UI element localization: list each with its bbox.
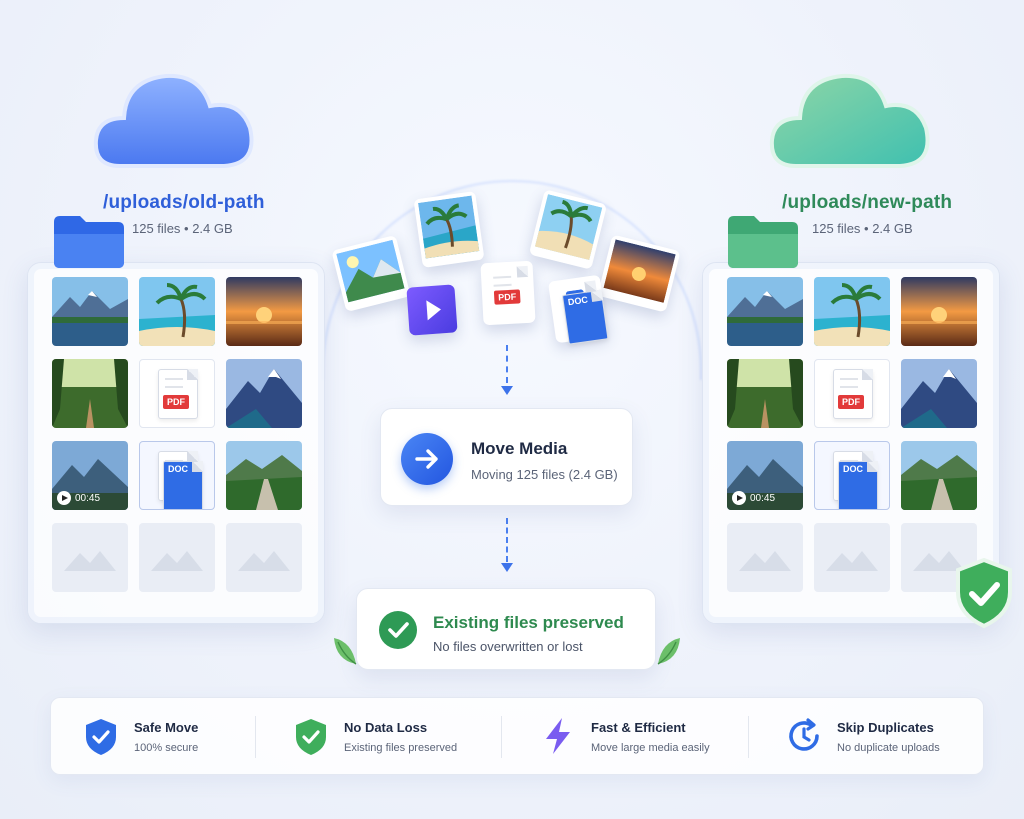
flying-pdf-file: PDF xyxy=(480,260,536,326)
feature-title: Skip Duplicates xyxy=(837,720,934,735)
destination-pdf-file[interactable]: PDF xyxy=(814,359,890,428)
destination-media-grid: PDF 00:45 DOC xyxy=(727,277,977,592)
source-folder-icon[interactable] xyxy=(50,212,128,268)
source-folder-panel: PDF 00:45 DOC xyxy=(27,262,325,624)
destination-mountain-video-thumbnail[interactable]: 00:45 xyxy=(727,441,803,510)
file-type-tag: PDF xyxy=(163,395,189,409)
destination-beach-palm-thumbnail[interactable] xyxy=(814,277,890,346)
feature-divider xyxy=(255,716,256,758)
source-placeholder-image-icon xyxy=(139,523,215,592)
source-snow-mountain-thumbnail[interactable] xyxy=(226,359,302,428)
source-placeholder-image-icon xyxy=(226,523,302,592)
verified-shield-icon xyxy=(956,557,1012,629)
lightning-icon xyxy=(546,718,570,754)
destination-placeholder-image-icon xyxy=(814,523,890,592)
video-duration: 00:45 xyxy=(75,492,101,504)
arrow-down-icon xyxy=(501,386,513,395)
file-type-tag: DOC xyxy=(163,461,203,509)
files-preserved-card: Existing files preserved No files overwr… xyxy=(356,588,656,670)
check-circle-icon xyxy=(379,611,417,649)
features-bar: Safe Move 100% secure No Data Loss Exist… xyxy=(50,697,984,775)
feature-divider xyxy=(748,716,749,758)
document-icon: PDF xyxy=(158,369,198,419)
flying-doc-tag: DOC xyxy=(561,289,609,345)
destination-folder-icon[interactable] xyxy=(724,212,802,268)
move-media-subtitle: Moving 125 files (2.4 GB) xyxy=(471,467,618,482)
document-icon: PDF xyxy=(833,369,873,419)
video-duration-badge: 00:45 xyxy=(732,491,775,505)
source-doc-file[interactable]: DOC xyxy=(139,441,215,510)
flying-image-beach xyxy=(413,191,485,268)
dashed-arrow-line-bottom xyxy=(506,518,508,562)
flying-video-icon xyxy=(406,284,458,336)
feature-divider xyxy=(501,716,502,758)
dashed-arrow-line-top xyxy=(506,345,508,383)
source-forest-path-thumbnail[interactable] xyxy=(52,359,128,428)
move-media-card[interactable]: Move Media Moving 125 files (2.4 GB) xyxy=(380,408,633,506)
source-path-title: /uploads/old-path xyxy=(103,192,265,213)
feature-subtitle: Existing files preserved xyxy=(344,742,458,754)
destination-path-title: /uploads/new-path xyxy=(782,192,953,213)
preserved-subtitle: No files overwritten or lost xyxy=(433,639,583,654)
destination-doc-file[interactable]: DOC xyxy=(814,441,890,510)
shield-check-green-icon xyxy=(296,719,326,755)
document-icon: DOC xyxy=(833,451,878,509)
feature-no-data-loss: No Data Loss Existing files preserved xyxy=(261,698,494,776)
arrow-down-icon-2 xyxy=(501,563,513,572)
destination-cloud-icon xyxy=(769,73,930,168)
feature-title: Safe Move xyxy=(134,720,199,735)
file-type-tag: PDF xyxy=(838,395,864,409)
source-beach-palm-thumbnail[interactable] xyxy=(139,277,215,346)
flying-pdf-tag: PDF xyxy=(493,289,521,305)
feature-skip-duplicates: Skip Duplicates No duplicate uploads xyxy=(754,698,987,776)
play-icon xyxy=(57,491,71,505)
video-duration: 00:45 xyxy=(750,492,776,504)
destination-placeholder-image-icon xyxy=(727,523,803,592)
file-type-tag: DOC xyxy=(838,461,878,509)
clock-arrow-icon xyxy=(789,718,819,751)
source-sunset-thumbnail[interactable] xyxy=(226,277,302,346)
feature-title: No Data Loss xyxy=(344,720,428,735)
preserved-title: Existing files preserved xyxy=(433,613,624,632)
video-duration-badge: 00:45 xyxy=(57,491,100,505)
source-mountain-lake-thumbnail[interactable] xyxy=(52,277,128,346)
destination-sunset-thumbnail[interactable] xyxy=(901,277,977,346)
arrow-right-icon[interactable] xyxy=(401,433,453,485)
destination-snow-mountain-thumbnail[interactable] xyxy=(901,359,977,428)
feature-fast-efficient: Fast & Efficient Move large media easily xyxy=(508,698,741,776)
feature-title: Fast & Efficient xyxy=(591,720,686,735)
leaf-right-icon xyxy=(657,638,680,665)
source-valley-road-thumbnail[interactable] xyxy=(226,441,302,510)
feature-subtitle: Move large media easily xyxy=(591,742,710,754)
flying-doc-file: DOC xyxy=(547,274,609,345)
source-path-meta: 125 files • 2.4 GB xyxy=(132,221,233,236)
source-cloud-icon xyxy=(93,73,254,168)
source-placeholder-image-icon xyxy=(52,523,128,592)
destination-mountain-lake-thumbnail[interactable] xyxy=(727,277,803,346)
move-media-title: Move Media xyxy=(471,439,568,458)
play-icon xyxy=(732,491,746,505)
leaf-left-icon xyxy=(334,638,357,665)
destination-path-meta: 125 files • 2.4 GB xyxy=(812,221,913,236)
destination-valley-road-thumbnail[interactable] xyxy=(901,441,977,510)
source-mountain-video-thumbnail[interactable]: 00:45 xyxy=(52,441,128,510)
feature-subtitle: 100% secure xyxy=(134,742,199,754)
destination-forest-path-thumbnail[interactable] xyxy=(727,359,803,428)
source-media-grid: PDF 00:45 DOC xyxy=(52,277,302,592)
feature-safe-move: Safe Move 100% secure xyxy=(51,698,284,776)
document-icon: DOC xyxy=(158,451,203,509)
source-pdf-file[interactable]: PDF xyxy=(139,359,215,428)
shield-check-icon xyxy=(86,719,116,755)
feature-subtitle: No duplicate uploads xyxy=(837,742,940,754)
